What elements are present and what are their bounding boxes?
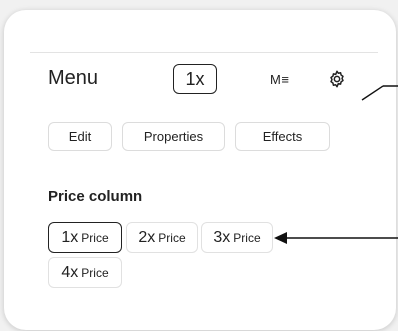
annotation-arrow <box>274 85 398 244</box>
